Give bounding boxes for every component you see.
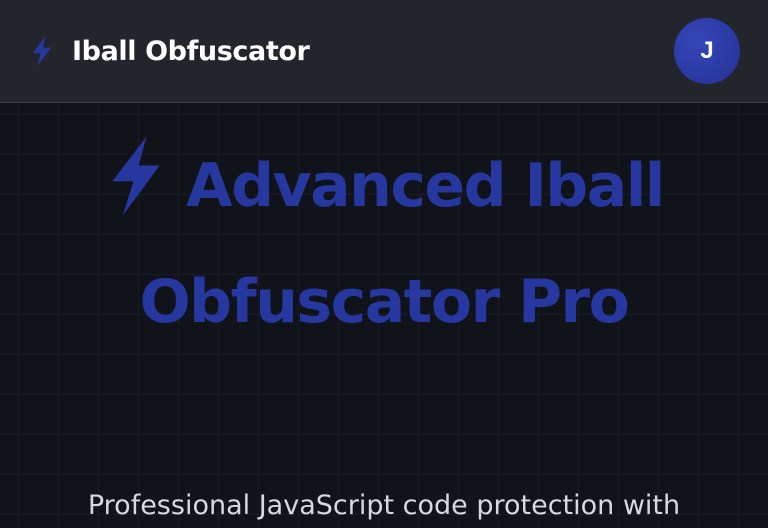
user-avatar[interactable]: J xyxy=(674,18,740,84)
hero-title-text-1: Advanced Iball xyxy=(186,151,665,221)
lightning-bolt-icon xyxy=(28,35,56,67)
lightning-bolt-icon xyxy=(104,134,168,218)
hero-title: Advanced Iball Obfuscator Pro xyxy=(0,128,768,360)
hero-subtitle: Professional JavaScript code protection … xyxy=(87,490,681,521)
hero-title-line-1: Advanced Iball xyxy=(0,128,768,244)
top-navigation-bar: Iball Obfuscator J xyxy=(0,0,768,103)
hero-title-text-2: Obfuscator Pro xyxy=(139,267,630,337)
app-title: Iball Obfuscator xyxy=(72,35,310,67)
brand[interactable]: Iball Obfuscator xyxy=(28,35,310,67)
